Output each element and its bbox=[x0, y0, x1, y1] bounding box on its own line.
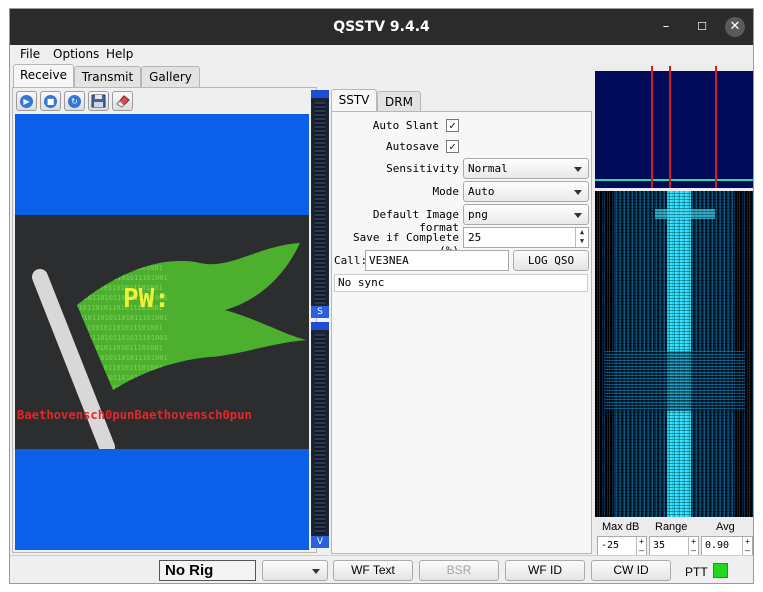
tab-sstv[interactable]: SSTV bbox=[331, 89, 377, 112]
play-icon: ▶ bbox=[20, 95, 33, 108]
received-image: 1010110101101011101001 10101101011010111… bbox=[15, 114, 309, 550]
status-bar: No Rig WF Text BSR WF ID CW ID PTT bbox=[10, 555, 753, 583]
tab-receive[interactable]: Receive bbox=[13, 64, 74, 87]
menu-file[interactable]: File bbox=[20, 47, 40, 61]
chevron-down-icon bbox=[574, 167, 582, 172]
plus-minus-icon: + – bbox=[742, 537, 752, 555]
sensitivity-combo[interactable]: Normal bbox=[463, 158, 589, 179]
plus-minus-icon: + – bbox=[688, 537, 698, 555]
receive-panel: ▶ ■ ↻ 1010110101101011101001 10101101011… bbox=[12, 87, 317, 553]
eraser-icon bbox=[116, 95, 130, 108]
refresh-icon: ↻ bbox=[68, 95, 81, 108]
svg-text:1010110101101011101001: 1010110101101011101001 bbox=[70, 344, 163, 352]
minimize-button[interactable]: – bbox=[656, 17, 676, 37]
autosave-checkbox[interactable]: ✓ bbox=[446, 140, 459, 153]
svg-text:1010110101101011101001: 1010110101101011101001 bbox=[75, 354, 168, 362]
title-bar: QSSTV 9.4.4 – ☐ ✕ bbox=[10, 9, 753, 45]
tab-drm[interactable]: DRM bbox=[377, 91, 421, 112]
call-label: Call: bbox=[334, 254, 368, 267]
plus-minus-icon: + – bbox=[636, 537, 646, 555]
maximize-button[interactable]: ☐ bbox=[692, 17, 712, 37]
svg-text:1010110101101011101001: 1010110101101011101001 bbox=[70, 324, 163, 332]
image-flag-panel: 1010110101101011101001 10101101011010111… bbox=[15, 215, 309, 449]
auto-slant-checkbox[interactable]: ✓ bbox=[446, 119, 459, 132]
mode-combo[interactable]: Auto bbox=[463, 181, 589, 202]
tab-gallery[interactable]: Gallery bbox=[141, 66, 200, 87]
log-qso-button[interactable]: LOG QSO bbox=[513, 250, 589, 271]
app-window: QSSTV 9.4.4 – ☐ ✕ File Options Help Rece… bbox=[9, 8, 754, 584]
max-db-spinbox[interactable]: -25 + – bbox=[597, 536, 647, 556]
volume-label: V bbox=[311, 536, 329, 548]
tab-transmit[interactable]: Transmit bbox=[74, 66, 141, 87]
call-input[interactable]: VE3NEA bbox=[365, 250, 509, 271]
svg-text:1010110101101011101001: 1010110101101011101001 bbox=[75, 314, 168, 322]
save-image-button[interactable] bbox=[88, 91, 109, 111]
volume-slider[interactable]: V bbox=[311, 322, 329, 548]
resync-button[interactable]: ↻ bbox=[64, 91, 85, 111]
rig-status: No Rig bbox=[159, 560, 256, 581]
svg-text:1010110101101011101001: 1010110101101011101001 bbox=[70, 264, 163, 272]
svg-text:1010110101101011101001: 1010110101101011101001 bbox=[75, 334, 168, 342]
erase-button[interactable] bbox=[112, 91, 133, 111]
avg-spinbox[interactable]: 0.90 + – bbox=[701, 536, 753, 556]
flag-illustration: 1010110101101011101001 10101101011010111… bbox=[17, 243, 307, 449]
waterfall-panel: Max dB Range Avg -25 + – 35 + – 0.90 + – bbox=[595, 66, 753, 556]
bsr-button[interactable]: BSR bbox=[419, 560, 499, 581]
ptt-indicator[interactable] bbox=[713, 563, 728, 578]
auto-slant-label: Auto Slant bbox=[372, 119, 439, 132]
sync-slider[interactable]: S bbox=[311, 90, 329, 318]
menu-options[interactable]: Options bbox=[53, 47, 99, 61]
sync-status: No sync bbox=[334, 274, 588, 292]
close-button[interactable]: ✕ bbox=[725, 17, 745, 37]
avg-label: Avg bbox=[716, 521, 735, 533]
stop-icon: ■ bbox=[44, 95, 57, 108]
start-button[interactable]: ▶ bbox=[16, 91, 37, 111]
wf-text-combo[interactable] bbox=[262, 560, 328, 581]
range-spinbox[interactable]: 35 + – bbox=[649, 536, 699, 556]
wf-id-button[interactable]: WF ID bbox=[505, 560, 585, 581]
spectrum-display[interactable] bbox=[595, 66, 753, 188]
max-db-label: Max dB bbox=[602, 521, 640, 533]
svg-text:1010110101101011101001: 1010110101101011101001 bbox=[75, 274, 168, 282]
flag-footer-text: Baethovensch0punBaethovensch0pun bbox=[17, 408, 252, 422]
image-format-combo[interactable]: png bbox=[463, 204, 589, 225]
spin-arrows-icon: ▲ ▼ bbox=[575, 228, 588, 247]
stop-button[interactable]: ■ bbox=[40, 91, 61, 111]
menu-bar: File Options Help bbox=[10, 45, 753, 64]
chevron-down-icon bbox=[312, 569, 320, 574]
menu-help[interactable]: Help bbox=[106, 47, 133, 61]
flag-password-text: PW: bbox=[123, 284, 170, 314]
cw-id-button[interactable]: CW ID bbox=[591, 560, 671, 581]
range-label: Range bbox=[655, 521, 688, 533]
window-title: QSSTV 9.4.4 bbox=[333, 19, 430, 35]
waterfall-display[interactable] bbox=[595, 191, 753, 517]
chevron-down-icon bbox=[574, 190, 582, 195]
ptt-label: PTT bbox=[685, 565, 708, 579]
autosave-label: Autosave bbox=[386, 140, 439, 153]
save-complete-spinbox[interactable]: 25 ▲ ▼ bbox=[463, 227, 589, 248]
sync-label: S bbox=[311, 306, 329, 318]
sstv-settings-panel: Auto Slant ✓ Autosave ✓ Sensitivity Norm… bbox=[331, 111, 592, 554]
sensitivity-label: Sensitivity bbox=[386, 162, 459, 175]
chevron-down-icon bbox=[574, 213, 582, 218]
mode-label: Mode bbox=[432, 185, 460, 198]
wf-text-button[interactable]: WF Text bbox=[333, 560, 413, 581]
save-icon bbox=[91, 94, 106, 108]
